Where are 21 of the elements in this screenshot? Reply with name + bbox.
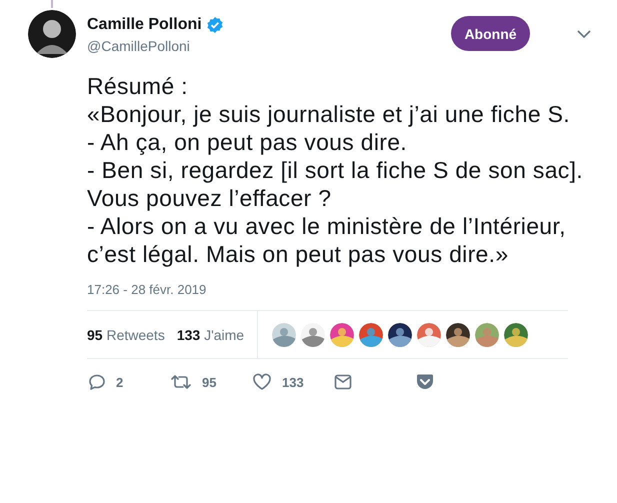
tweet-text-line: - Ben si, regardez [il sort la fiche S de son sac]. Vous pouvez l’effacer ?: [87, 156, 584, 212]
pocket-icon[interactable]: [416, 374, 434, 390]
heart-icon[interactable]: [252, 373, 272, 391]
engagement-stat[interactable]: 133 J'aime: [176, 326, 244, 342]
envelope-icon[interactable]: [334, 374, 352, 390]
tweet-timestamp[interactable]: 17:26 - 28 févr. 2019: [0, 268, 617, 297]
avatar[interactable]: [28, 10, 76, 58]
action-count: 95: [202, 374, 216, 390]
action-count: 133: [282, 374, 304, 390]
author-handle[interactable]: @CamillePolloni: [87, 38, 451, 54]
retweet-icon[interactable]: [170, 373, 192, 391]
engagement-stat[interactable]: 95 Retweets: [87, 326, 165, 342]
author-name[interactable]: Camille Polloni: [87, 16, 202, 34]
tweet-text-line: «Bonjour, je suis journaliste et j’ai une fiche S.: [87, 100, 571, 128]
follow-button[interactable]: Abonné: [451, 16, 530, 51]
tweet-text-line: - Ah ça, on peut pas vous dire.: [87, 128, 408, 156]
action-count: 2: [116, 374, 124, 390]
tweet-text-line: Résumé :: [87, 72, 189, 100]
reply-icon[interactable]: [88, 373, 106, 391]
caret-icon[interactable]: [577, 30, 591, 38]
tweet-text-line: - Alors on a vu avec le ministère de l’Intérieur, c’est légal. Mais on peut pas vous dire.»: [87, 212, 567, 268]
